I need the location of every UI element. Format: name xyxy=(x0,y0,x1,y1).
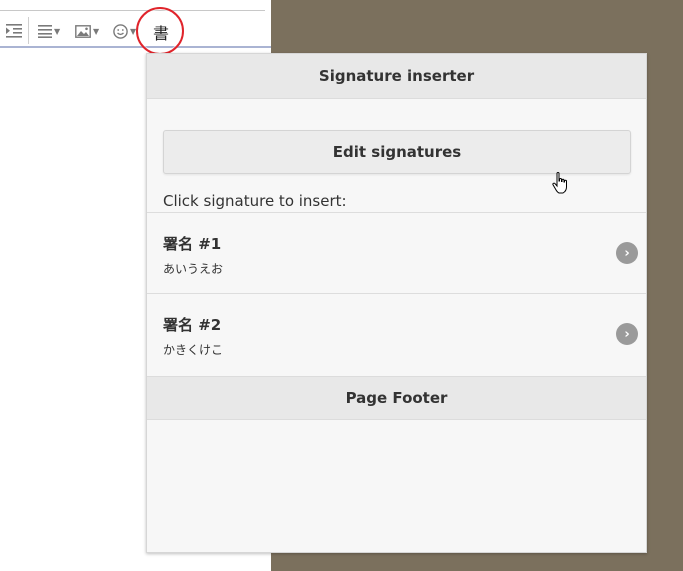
chevron-right-icon: › xyxy=(616,242,638,264)
emoji-icon xyxy=(113,23,128,39)
editor-toolbar: ▼ ▼ ▼ 書 xyxy=(0,0,271,55)
align-icon xyxy=(38,24,52,38)
signature-name: 署名 #1 xyxy=(163,235,222,253)
indent-icon xyxy=(6,24,22,38)
hand-cursor-icon xyxy=(552,172,567,194)
signature-item[interactable]: 署名 #1 あいうえお › xyxy=(147,212,646,293)
instruction-label: Click signature to insert: xyxy=(163,192,347,210)
page-footer: Page Footer xyxy=(147,376,646,420)
emoji-button[interactable]: ▼ xyxy=(113,22,136,40)
align-button[interactable]: ▼ xyxy=(38,22,60,40)
image-icon xyxy=(75,24,91,38)
panel-title: Signature inserter xyxy=(147,54,646,99)
toolbar-separator xyxy=(28,17,29,44)
indent-button[interactable] xyxy=(6,22,22,40)
signature-preview: かきくけこ xyxy=(163,343,224,357)
chevron-down-icon: ▼ xyxy=(54,26,61,36)
toolbar-divider xyxy=(0,10,265,11)
signature-preview: あいうえお xyxy=(163,262,224,276)
signature-inserter-button[interactable] xyxy=(136,7,184,55)
image-button[interactable]: ▼ xyxy=(75,22,99,40)
chevron-down-icon: ▼ xyxy=(93,26,100,36)
signature-name: 署名 #2 xyxy=(163,316,222,334)
signature-list: 署名 #1 あいうえお › 署名 #2 かきくけこ › xyxy=(147,212,646,374)
edit-signatures-button[interactable]: Edit signatures xyxy=(163,130,631,174)
signature-item[interactable]: 署名 #2 かきくけこ › xyxy=(147,293,646,374)
signature-inserter-panel: Signature inserter Edit signatures Click… xyxy=(146,53,647,553)
chevron-right-icon: › xyxy=(616,323,638,345)
